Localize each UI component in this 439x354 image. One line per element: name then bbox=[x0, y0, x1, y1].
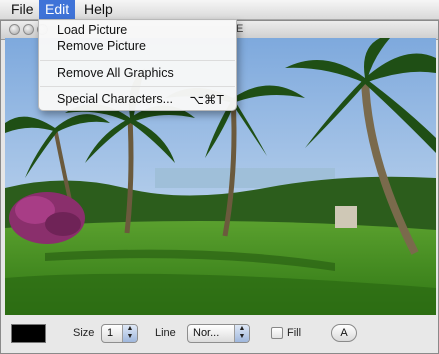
size-label: Size bbox=[73, 327, 95, 339]
close-window-button[interactable] bbox=[9, 24, 20, 35]
menu-edit[interactable]: Edit bbox=[39, 0, 76, 19]
menu-help[interactable]: Help bbox=[78, 0, 119, 19]
menu-file[interactable]: File bbox=[5, 0, 40, 19]
window-title: E bbox=[236, 23, 244, 35]
size-stepper[interactable]: 1 ▲ ▼ bbox=[101, 324, 138, 343]
edit-menu-dropdown: Load Picture Remove Picture Remove All G… bbox=[38, 19, 237, 111]
size-value: 1 bbox=[107, 327, 114, 339]
menu-item-special-characters[interactable]: Special Characters... bbox=[57, 92, 173, 106]
stepper-arrows-icon[interactable]: ▲ ▼ bbox=[122, 325, 137, 342]
select-arrows-icon[interactable]: ▲ ▼ bbox=[234, 325, 249, 342]
menu-separator bbox=[40, 86, 235, 87]
menu-separator bbox=[40, 60, 235, 61]
color-swatch[interactable] bbox=[11, 324, 46, 343]
line-label: Line bbox=[155, 327, 176, 339]
minimize-window-button[interactable] bbox=[23, 24, 34, 35]
menu-item-remove-picture[interactable]: Remove Picture bbox=[57, 39, 146, 53]
line-style-value: Nor... bbox=[193, 327, 220, 339]
menu-item-remove-all-graphics[interactable]: Remove All Graphics bbox=[57, 66, 174, 80]
line-style-select[interactable]: Nor... ▲ ▼ bbox=[187, 324, 250, 343]
fill-label: Fill bbox=[287, 327, 302, 339]
menu-item-load-picture[interactable]: Load Picture bbox=[57, 23, 127, 37]
special-characters-shortcut: ⌥⌘T bbox=[189, 93, 224, 107]
menu-bar: File Edit Help bbox=[0, 0, 439, 20]
text-tool-button[interactable]: A bbox=[331, 324, 357, 342]
drawing-toolbar: Size 1 ▲ ▼ Line Nor... ▲ ▼ Fill A bbox=[1, 315, 438, 353]
fill-checkbox[interactable] bbox=[271, 327, 283, 339]
